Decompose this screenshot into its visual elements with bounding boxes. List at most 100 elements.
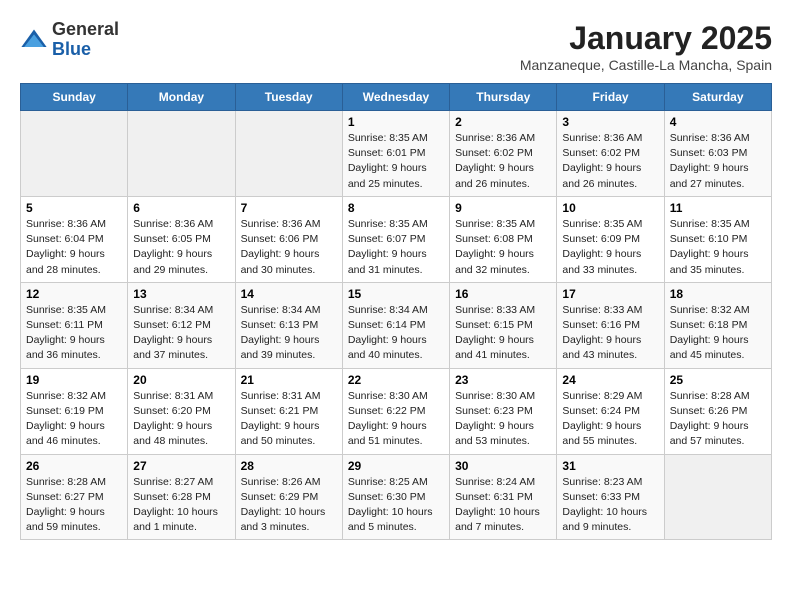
day-info: Sunrise: 8:30 AMSunset: 6:22 PMDaylight:… bbox=[348, 389, 444, 450]
calendar-header: SundayMondayTuesdayWednesdayThursdayFrid… bbox=[21, 84, 772, 111]
calendar-cell: 13 Sunrise: 8:34 AMSunset: 6:12 PMDayligh… bbox=[128, 282, 235, 368]
day-number: 12 bbox=[26, 287, 122, 301]
day-number: 13 bbox=[133, 287, 229, 301]
day-info: Sunrise: 8:32 AMSunset: 6:19 PMDaylight:… bbox=[26, 389, 122, 450]
day-info: Sunrise: 8:35 AMSunset: 6:11 PMDaylight:… bbox=[26, 303, 122, 364]
logo-text: General Blue bbox=[52, 20, 119, 60]
day-info: Sunrise: 8:35 AMSunset: 6:01 PMDaylight:… bbox=[348, 131, 444, 192]
week-row: 12 Sunrise: 8:35 AMSunset: 6:11 PMDayligh… bbox=[21, 282, 772, 368]
day-info: Sunrise: 8:34 AMSunset: 6:12 PMDaylight:… bbox=[133, 303, 229, 364]
day-info: Sunrise: 8:30 AMSunset: 6:23 PMDaylight:… bbox=[455, 389, 551, 450]
day-info: Sunrise: 8:36 AMSunset: 6:03 PMDaylight:… bbox=[670, 131, 766, 192]
day-number: 11 bbox=[670, 201, 766, 215]
day-info: Sunrise: 8:36 AMSunset: 6:04 PMDaylight:… bbox=[26, 217, 122, 278]
day-info: Sunrise: 8:35 AMSunset: 6:09 PMDaylight:… bbox=[562, 217, 658, 278]
calendar-cell: 12 Sunrise: 8:35 AMSunset: 6:11 PMDayligh… bbox=[21, 282, 128, 368]
calendar-table: SundayMondayTuesdayWednesdayThursdayFrid… bbox=[20, 83, 772, 540]
day-number: 22 bbox=[348, 373, 444, 387]
day-number: 26 bbox=[26, 459, 122, 473]
calendar-cell bbox=[235, 111, 342, 197]
day-info: Sunrise: 8:36 AMSunset: 6:05 PMDaylight:… bbox=[133, 217, 229, 278]
day-number: 2 bbox=[455, 115, 551, 129]
calendar-cell: 6 Sunrise: 8:36 AMSunset: 6:05 PMDaylight… bbox=[128, 196, 235, 282]
header-row: SundayMondayTuesdayWednesdayThursdayFrid… bbox=[21, 84, 772, 111]
day-number: 7 bbox=[241, 201, 337, 215]
header-day-wednesday: Wednesday bbox=[342, 84, 449, 111]
day-number: 29 bbox=[348, 459, 444, 473]
calendar-cell: 29 Sunrise: 8:25 AMSunset: 6:30 PMDayligh… bbox=[342, 454, 449, 540]
day-number: 17 bbox=[562, 287, 658, 301]
calendar-cell bbox=[128, 111, 235, 197]
day-number: 20 bbox=[133, 373, 229, 387]
calendar-cell: 26 Sunrise: 8:28 AMSunset: 6:27 PMDayligh… bbox=[21, 454, 128, 540]
calendar-cell: 11 Sunrise: 8:35 AMSunset: 6:10 PMDayligh… bbox=[664, 196, 771, 282]
calendar-cell: 19 Sunrise: 8:32 AMSunset: 6:19 PMDayligh… bbox=[21, 368, 128, 454]
day-info: Sunrise: 8:25 AMSunset: 6:30 PMDaylight:… bbox=[348, 475, 444, 536]
day-number: 10 bbox=[562, 201, 658, 215]
calendar-cell: 5 Sunrise: 8:36 AMSunset: 6:04 PMDaylight… bbox=[21, 196, 128, 282]
week-row: 5 Sunrise: 8:36 AMSunset: 6:04 PMDaylight… bbox=[21, 196, 772, 282]
day-info: Sunrise: 8:31 AMSunset: 6:21 PMDaylight:… bbox=[241, 389, 337, 450]
calendar-cell bbox=[21, 111, 128, 197]
day-number: 8 bbox=[348, 201, 444, 215]
day-number: 14 bbox=[241, 287, 337, 301]
page-header: General Blue January 2025 Manzaneque, Ca… bbox=[20, 20, 772, 73]
day-info: Sunrise: 8:34 AMSunset: 6:13 PMDaylight:… bbox=[241, 303, 337, 364]
day-info: Sunrise: 8:36 AMSunset: 6:02 PMDaylight:… bbox=[562, 131, 658, 192]
calendar-cell: 18Sunrise: 8:32 AMSunset: 6:18 PMDayligh… bbox=[664, 282, 771, 368]
day-number: 1 bbox=[348, 115, 444, 129]
day-info: Sunrise: 8:26 AMSunset: 6:29 PMDaylight:… bbox=[241, 475, 337, 536]
day-number: 5 bbox=[26, 201, 122, 215]
day-info: Sunrise: 8:27 AMSunset: 6:28 PMDaylight:… bbox=[133, 475, 229, 536]
day-number: 9 bbox=[455, 201, 551, 215]
calendar-cell: 22 Sunrise: 8:30 AMSunset: 6:22 PMDayligh… bbox=[342, 368, 449, 454]
day-number: 4 bbox=[670, 115, 766, 129]
day-number: 23 bbox=[455, 373, 551, 387]
calendar-cell: 4 Sunrise: 8:36 AMSunset: 6:03 PMDaylight… bbox=[664, 111, 771, 197]
day-info: Sunrise: 8:35 AMSunset: 6:08 PMDaylight:… bbox=[455, 217, 551, 278]
calendar-cell: 10 Sunrise: 8:35 AMSunset: 6:09 PMDayligh… bbox=[557, 196, 664, 282]
calendar-cell: 1 Sunrise: 8:35 AMSunset: 6:01 PMDaylight… bbox=[342, 111, 449, 197]
header-day-thursday: Thursday bbox=[450, 84, 557, 111]
day-number: 31 bbox=[562, 459, 658, 473]
calendar-cell: 27Sunrise: 8:27 AMSunset: 6:28 PMDayligh… bbox=[128, 454, 235, 540]
header-day-saturday: Saturday bbox=[664, 84, 771, 111]
day-info: Sunrise: 8:36 AMSunset: 6:06 PMDaylight:… bbox=[241, 217, 337, 278]
day-number: 6 bbox=[133, 201, 229, 215]
header-day-friday: Friday bbox=[557, 84, 664, 111]
day-number: 25 bbox=[670, 373, 766, 387]
title-block: January 2025 Manzaneque, Castille-La Man… bbox=[520, 20, 772, 73]
day-info: Sunrise: 8:23 AMSunset: 6:33 PMDaylight:… bbox=[562, 475, 658, 536]
calendar-cell: 9 Sunrise: 8:35 AMSunset: 6:08 PMDaylight… bbox=[450, 196, 557, 282]
day-number: 21 bbox=[241, 373, 337, 387]
header-day-monday: Monday bbox=[128, 84, 235, 111]
calendar-cell bbox=[664, 454, 771, 540]
week-row: 1 Sunrise: 8:35 AMSunset: 6:01 PMDaylight… bbox=[21, 111, 772, 197]
day-info: Sunrise: 8:33 AMSunset: 6:16 PMDaylight:… bbox=[562, 303, 658, 364]
day-info: Sunrise: 8:28 AMSunset: 6:27 PMDaylight:… bbox=[26, 475, 122, 536]
day-number: 19 bbox=[26, 373, 122, 387]
calendar-cell: 14 Sunrise: 8:34 AMSunset: 6:13 PMDayligh… bbox=[235, 282, 342, 368]
day-info: Sunrise: 8:28 AMSunset: 6:26 PMDaylight:… bbox=[670, 389, 766, 450]
day-number: 16 bbox=[455, 287, 551, 301]
day-info: Sunrise: 8:35 AMSunset: 6:10 PMDaylight:… bbox=[670, 217, 766, 278]
calendar-cell: 8Sunrise: 8:35 AMSunset: 6:07 PMDaylight… bbox=[342, 196, 449, 282]
day-number: 28 bbox=[241, 459, 337, 473]
day-info: Sunrise: 8:36 AMSunset: 6:02 PMDaylight:… bbox=[455, 131, 551, 192]
calendar-cell: 21 Sunrise: 8:31 AMSunset: 6:21 PMDayligh… bbox=[235, 368, 342, 454]
day-number: 3 bbox=[562, 115, 658, 129]
calendar-cell: 25 Sunrise: 8:28 AMSunset: 6:26 PMDayligh… bbox=[664, 368, 771, 454]
calendar-cell: 15Sunrise: 8:34 AMSunset: 6:14 PMDayligh… bbox=[342, 282, 449, 368]
day-info: Sunrise: 8:32 AMSunset: 6:18 PMDaylight:… bbox=[670, 303, 766, 364]
calendar-cell: 31 Sunrise: 8:23 AMSunset: 6:33 PMDayligh… bbox=[557, 454, 664, 540]
header-day-sunday: Sunday bbox=[21, 84, 128, 111]
calendar-cell: 3 Sunrise: 8:36 AMSunset: 6:02 PMDaylight… bbox=[557, 111, 664, 197]
week-row: 19 Sunrise: 8:32 AMSunset: 6:19 PMDayligh… bbox=[21, 368, 772, 454]
logo: General Blue bbox=[20, 20, 119, 60]
calendar-body: 1 Sunrise: 8:35 AMSunset: 6:01 PMDaylight… bbox=[21, 111, 772, 540]
calendar-cell: 28 Sunrise: 8:26 AMSunset: 6:29 PMDayligh… bbox=[235, 454, 342, 540]
day-info: Sunrise: 8:33 AMSunset: 6:15 PMDaylight:… bbox=[455, 303, 551, 364]
week-row: 26 Sunrise: 8:28 AMSunset: 6:27 PMDayligh… bbox=[21, 454, 772, 540]
calendar-cell: 7 Sunrise: 8:36 AMSunset: 6:06 PMDaylight… bbox=[235, 196, 342, 282]
day-info: Sunrise: 8:34 AMSunset: 6:14 PMDaylight:… bbox=[348, 303, 444, 364]
